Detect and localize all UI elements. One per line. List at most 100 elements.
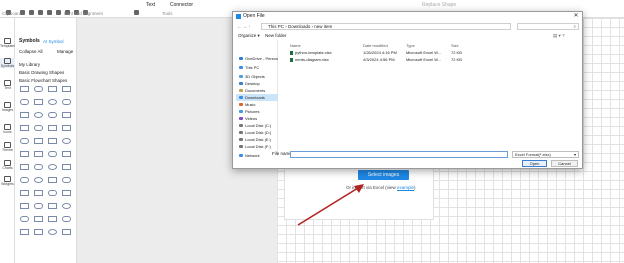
shape-thumbnail[interactable] (62, 99, 71, 105)
open-button[interactable]: Open (522, 160, 547, 167)
collapse-all-button[interactable]: Collapse All (19, 49, 43, 55)
shape-thumbnail[interactable] (34, 164, 43, 170)
templates-nav[interactable]: Templates (0, 38, 16, 48)
font-color-icon[interactable] (56, 10, 61, 15)
column-date[interactable]: Date modified (363, 43, 388, 48)
shape-thumbnail[interactable] (20, 138, 29, 144)
manage-button[interactable]: Manage (57, 49, 73, 55)
widgets-nav[interactable]: Widgets (0, 176, 15, 186)
shape-thumbnail[interactable] (20, 86, 29, 92)
shape-thumbnail[interactable] (62, 151, 71, 157)
nav-item[interactable]: Downloads (236, 94, 278, 101)
nav-item[interactable]: Local Disk (F:) (236, 143, 278, 150)
shape-thumbnail[interactable] (34, 216, 43, 222)
shape-thumbnail[interactable] (34, 190, 43, 196)
shape-thumbnail[interactable] (20, 190, 29, 196)
category-my-library[interactable]: My Library (19, 62, 40, 68)
address-bar[interactable]: This PC › Downloads › new item (261, 23, 511, 30)
cancel-button[interactable]: Cancel (551, 160, 578, 167)
shape-thumbnail[interactable] (62, 177, 71, 183)
shape-thumbnail[interactable] (48, 112, 57, 118)
category-basic-drawing[interactable]: Basic Drawing Shapes (19, 70, 64, 76)
shape-thumbnail[interactable] (48, 190, 57, 196)
shape-thumbnail[interactable] (20, 99, 29, 105)
breadcrumb-downloads[interactable]: Downloads (288, 24, 310, 29)
shape-thumbnail[interactable] (20, 151, 29, 157)
shape-thumbnail[interactable] (62, 86, 71, 92)
nav-item[interactable]: OneDrive - Person (236, 55, 278, 62)
nav-item[interactable]: Desktop (236, 80, 278, 87)
shape-thumbnail[interactable] (20, 203, 29, 209)
shape-thumbnail[interactable] (62, 138, 71, 144)
shape-thumbnail[interactable] (48, 125, 57, 131)
shape-thumbnail[interactable] (62, 112, 71, 118)
shape-thumbnail[interactable] (34, 229, 43, 235)
view-options-icon[interactable]: ▤ ▾ ? (553, 33, 565, 39)
file-type-select[interactable]: Excel Format(*.xlsx) ▾ (512, 151, 579, 158)
new-folder-button[interactable]: New folder (265, 33, 287, 39)
file-name-input[interactable] (290, 151, 508, 158)
nav-item[interactable]: Documents (236, 87, 278, 94)
nav-item[interactable]: Pictures (236, 108, 278, 115)
shape-thumbnail[interactable] (62, 164, 71, 170)
text-nav[interactable]: Text (0, 80, 15, 90)
shape-thumbnail[interactable] (34, 203, 43, 209)
theme-nav[interactable]: Theme (0, 142, 15, 152)
symbols-nav[interactable]: Symbols (0, 58, 15, 68)
shape-thumbnail[interactable] (48, 164, 57, 170)
nav-item[interactable]: Local Disk (D:) (236, 129, 278, 136)
shape-thumbnail[interactable] (34, 151, 43, 157)
search-input[interactable]: ⌕ (517, 23, 579, 30)
text-tool-button[interactable]: Text (146, 2, 155, 9)
shape-thumbnail[interactable] (34, 86, 43, 92)
shape-thumbnail[interactable] (48, 151, 57, 157)
connector-tool-button[interactable]: Connector (170, 2, 193, 9)
column-type[interactable]: Type (406, 43, 415, 48)
shape-thumbnail[interactable] (62, 190, 71, 196)
shape-thumbnail[interactable] (48, 86, 57, 92)
shape-thumbnail[interactable] (34, 112, 43, 118)
column-size[interactable]: Size (451, 43, 459, 48)
category-basic-flowchart[interactable]: Basic Flowchart Shapes (19, 78, 67, 84)
shape-thumbnail[interactable] (48, 229, 57, 235)
shape-thumbnail[interactable] (62, 229, 71, 235)
select-images-button[interactable]: Select images (358, 170, 409, 180)
charts-nav[interactable]: Charts (0, 160, 15, 170)
nav-item[interactable]: Local Disk (C:) (236, 122, 278, 129)
close-icon[interactable]: ✕ (569, 12, 583, 21)
shape-thumbnail[interactable] (20, 229, 29, 235)
underline-icon[interactable] (38, 10, 43, 15)
example-link[interactable]: example (397, 185, 414, 190)
shape-thumbnail[interactable] (62, 203, 71, 209)
nav-arrows-icon[interactable]: ← → ↑ (237, 24, 251, 30)
shape-thumbnail[interactable] (48, 177, 57, 183)
column-name[interactable]: Name (290, 43, 301, 48)
shape-thumbnail[interactable] (34, 99, 43, 105)
nav-item[interactable]: Videos (236, 115, 278, 122)
shape-thumbnail[interactable] (34, 125, 43, 131)
shape-thumbnail[interactable] (20, 164, 29, 170)
replace-shape-button[interactable]: Replace Shape (422, 2, 456, 9)
italic-icon[interactable] (29, 10, 34, 15)
shape-thumbnail[interactable] (20, 125, 29, 131)
images-nav[interactable]: Images (0, 102, 15, 112)
shape-thumbnail[interactable] (48, 203, 57, 209)
organize-button[interactable]: Organize ▾ (238, 33, 260, 39)
breadcrumb-this-pc[interactable]: This PC (268, 24, 284, 29)
icons-nav[interactable]: Icons (0, 124, 15, 134)
shape-thumbnail[interactable] (34, 138, 43, 144)
breadcrumb-new-item[interactable]: new item (314, 24, 332, 29)
shape-thumbnail[interactable] (20, 177, 29, 183)
shape-thumbnail[interactable] (48, 99, 57, 105)
nav-item[interactable]: This PC (236, 64, 278, 71)
ai-symbol-button[interactable]: AI Symbol (43, 39, 64, 45)
shape-thumbnail[interactable] (20, 112, 29, 118)
shape-thumbnail[interactable] (62, 216, 71, 222)
shape-thumbnail[interactable] (62, 125, 71, 131)
strikethrough-icon[interactable] (47, 10, 52, 15)
shape-thumbnail[interactable] (34, 177, 43, 183)
shape-thumbnail[interactable] (48, 216, 57, 222)
shape-thumbnail[interactable] (48, 138, 57, 144)
shape-thumbnail[interactable] (20, 216, 29, 222)
nav-item[interactable]: 3D Objects (236, 73, 278, 80)
